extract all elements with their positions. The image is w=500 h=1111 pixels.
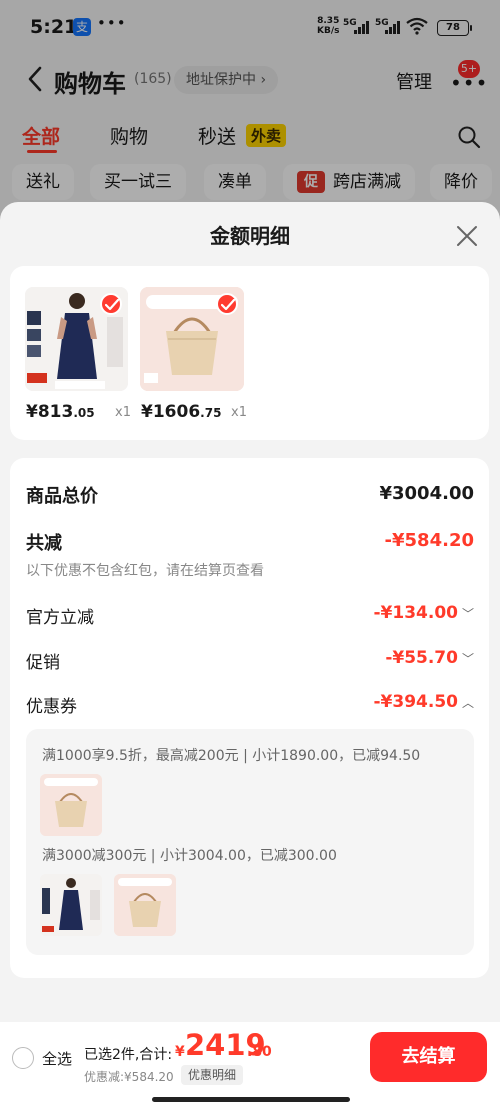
- product-price-2: ¥1606.75: [141, 402, 222, 422]
- official-discount-label: 官方立减: [26, 608, 94, 628]
- coupon-item-dress[interactable]: [40, 874, 102, 936]
- coupon-value: -¥394.50: [373, 692, 458, 712]
- checkout-button[interactable]: 去结算: [370, 1032, 487, 1082]
- discount-note: 以下优惠不包含红包，请在结算页查看: [26, 563, 264, 579]
- products-card: ¥813.05 x1 ¥1606.75 x1: [10, 266, 489, 440]
- caret-down-icon: ﹀: [461, 652, 474, 666]
- coupon-rule-1: 满1000享9.5折，最高减200元 | 小计1890.00，已减94.50: [42, 748, 421, 764]
- coupon-item-bag[interactable]: [40, 774, 102, 836]
- product-check-icon-2[interactable]: [216, 293, 238, 315]
- product-qty-1: x1: [115, 405, 131, 420]
- product-check-icon-1[interactable]: [100, 293, 122, 315]
- coupon-label: 优惠券: [26, 697, 77, 717]
- coupon-item-bag-2[interactable]: [114, 874, 176, 936]
- select-all-checkbox[interactable]: [12, 1047, 34, 1069]
- close-icon[interactable]: [455, 224, 479, 248]
- coupon-rule-2: 满3000减300元 | 小计3004.00，已减300.00: [42, 848, 337, 864]
- sheet-title: 金额明细: [210, 224, 290, 248]
- total-price-value: ¥3004.00: [379, 483, 474, 504]
- caret-up-icon: ︿: [461, 696, 474, 710]
- promo-row[interactable]: -¥55.70 ﹀: [385, 648, 474, 668]
- discount-total: 优惠减:¥584.20: [84, 1070, 174, 1084]
- coupon-row[interactable]: -¥394.50 ︿: [373, 692, 474, 712]
- checkout-bar: 全选 已选2件,合计: ¥ 2419 .80 优惠减:¥584.20 优惠明细 …: [0, 1022, 500, 1111]
- product-price-1: ¥813.05: [26, 402, 95, 422]
- product-qty-2: x1: [231, 405, 247, 420]
- coupon-detail-panel: 满1000享9.5折，最高减200元 | 小计1890.00，已减94.50 满…: [26, 729, 474, 955]
- total-price-label: 商品总价: [26, 486, 98, 507]
- total-reduce-label: 共减: [26, 533, 62, 554]
- selected-summary: 已选2件,合计:: [84, 1047, 173, 1063]
- home-indicator[interactable]: [152, 1097, 350, 1102]
- discount-detail-button[interactable]: 优惠明细: [181, 1065, 244, 1085]
- promo-label: 促销: [26, 653, 60, 673]
- official-discount-value: -¥134.00: [373, 603, 458, 623]
- overlay-dim[interactable]: [0, 0, 500, 230]
- caret-down-icon: ﹀: [461, 607, 474, 621]
- select-all-label[interactable]: 全选: [42, 1048, 72, 1069]
- amount-detail-sheet: 金额明细 ¥813.05 x1 ¥1606.75 x1 商品总价 ¥3004.0…: [0, 202, 500, 1111]
- total-currency: ¥: [175, 1044, 185, 1060]
- official-discount-row[interactable]: -¥134.00 ﹀: [373, 603, 474, 623]
- promo-value: -¥55.70: [385, 648, 458, 668]
- total-reduce-value: -¥584.20: [384, 530, 474, 551]
- total-amount-decimal: .80: [247, 1044, 272, 1060]
